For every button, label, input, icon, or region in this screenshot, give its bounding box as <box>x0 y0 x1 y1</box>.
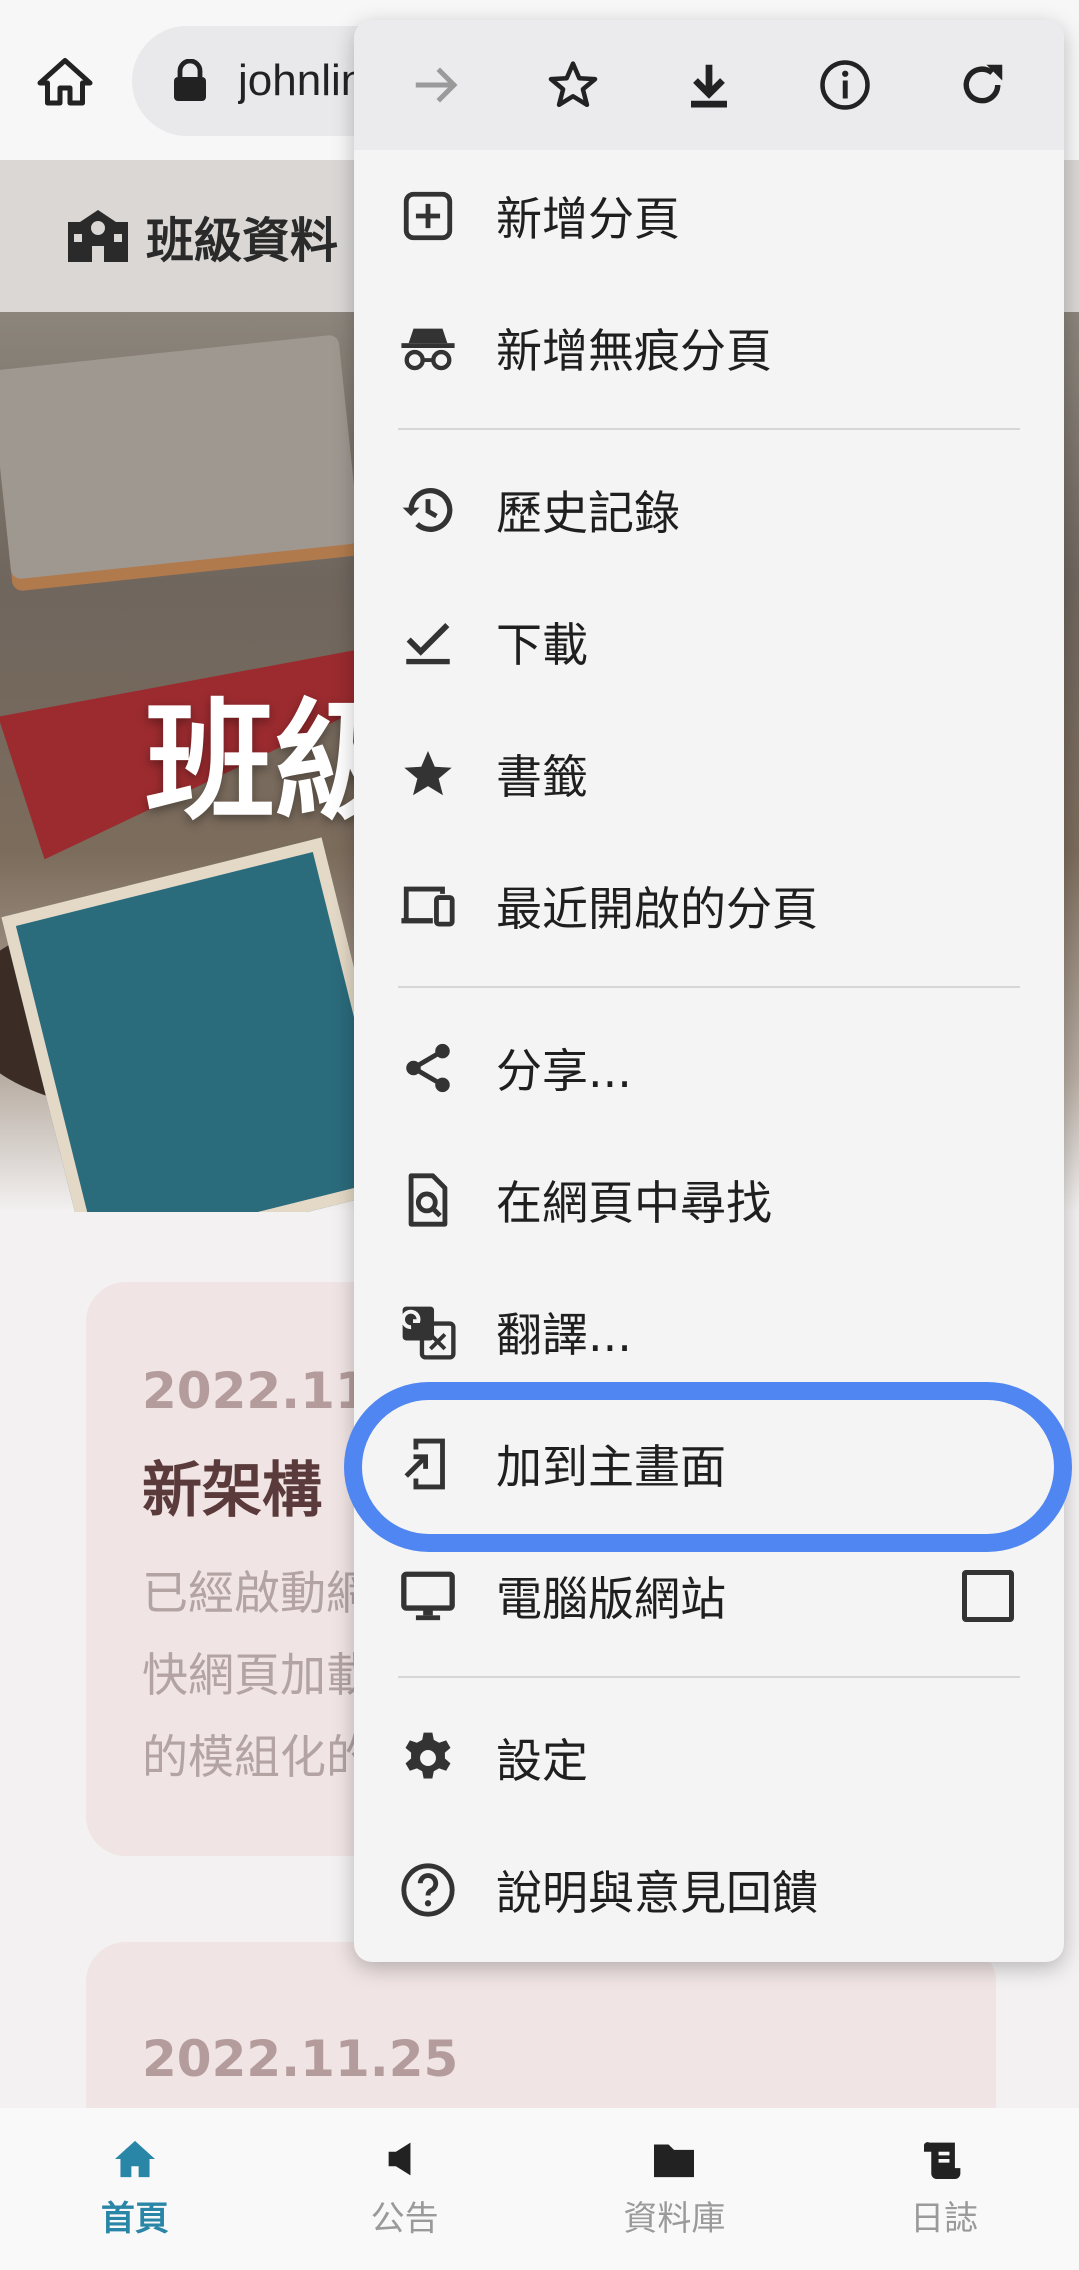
reload-button[interactable] <box>942 45 1022 125</box>
hero-notebook-decoration <box>1 837 409 1212</box>
menu-item-label: 在網頁中尋找 <box>496 1176 772 1230</box>
lock-icon <box>174 59 206 101</box>
megaphone-icon <box>388 2142 411 2175</box>
desktop-icon <box>398 1566 458 1626</box>
translate-icon <box>398 1302 458 1362</box>
site-title[interactable]: 班級資料 <box>146 201 338 271</box>
menu-item-label: 翻譯... <box>496 1308 632 1362</box>
menu-divider <box>398 986 1020 988</box>
nav-item-announcements[interactable]: 公告 <box>270 2108 540 2270</box>
card-headline: 新架構 <box>142 1456 322 1526</box>
card-date: 2022.11. <box>142 1362 389 1420</box>
menu-item-settings[interactable]: 設定 <box>354 1692 1064 1824</box>
menu-item-help-feedback[interactable]: 說明與意見回饋 <box>354 1824 1064 1956</box>
bookmark-button[interactable] <box>533 45 613 125</box>
menu-item-label: 下載 <box>496 618 588 672</box>
browser-overflow-menu: 新增分頁 新增無痕分頁 歷史記錄 下載 書籤 最近開啟的分頁 分享... 在網頁… <box>354 20 1064 1962</box>
school-icon <box>68 210 128 262</box>
menu-item-label: 最近開啟的分頁 <box>496 882 818 936</box>
menu-item-new-incognito-tab[interactable]: 新增無痕分頁 <box>354 282 1064 414</box>
downloads-icon <box>398 612 458 672</box>
nav-label: 首頁 <box>100 2198 169 2239</box>
reload-icon <box>963 64 1002 104</box>
folder-icon <box>654 2143 695 2177</box>
menu-item-label: 書籤 <box>496 750 588 804</box>
menu-item-label: 電腦版網站 <box>496 1572 726 1626</box>
settings-icon <box>398 1728 458 1788</box>
menu-divider <box>398 428 1020 430</box>
download-button[interactable] <box>669 45 749 125</box>
menu-item-label: 新增分頁 <box>496 192 680 246</box>
new-tab-icon <box>398 186 458 246</box>
find-in-page-icon <box>398 1170 458 1230</box>
home-icon <box>114 2140 155 2177</box>
page-info-button[interactable] <box>805 45 885 125</box>
nav-item-database[interactable]: 資料庫 <box>540 2108 810 2270</box>
menu-item-share[interactable]: 分享... <box>354 1002 1064 1134</box>
star-outline-icon <box>548 61 597 108</box>
menu-item-label: 新增無痕分頁 <box>496 324 772 378</box>
menu-item-label: 分享... <box>496 1044 632 1098</box>
scroll-icon <box>924 2141 961 2179</box>
home-icon[interactable] <box>30 48 100 118</box>
menu-divider <box>398 1676 1020 1678</box>
info-icon <box>820 60 871 110</box>
arrow-right-icon <box>415 67 458 103</box>
forward-button[interactable] <box>396 45 476 125</box>
recent-tabs-icon <box>398 876 458 936</box>
download-icon <box>690 64 727 108</box>
history-icon <box>398 480 458 540</box>
help-icon <box>398 1860 458 1920</box>
menu-item-translate[interactable]: 翻譯... <box>354 1266 1064 1398</box>
nav-label: 日誌 <box>910 2198 979 2239</box>
nav-label: 公告 <box>370 2198 439 2239</box>
menu-item-new-tab[interactable]: 新增分頁 <box>354 150 1064 282</box>
nav-item-journal[interactable]: 日誌 <box>809 2108 1079 2270</box>
menu-item-recent-tabs[interactable]: 最近開啟的分頁 <box>354 840 1064 972</box>
nav-item-home[interactable]: 首頁 <box>0 2108 270 2270</box>
menu-item-label: 設定 <box>496 1734 588 1788</box>
menu-item-history[interactable]: 歷史記錄 <box>354 444 1064 576</box>
hero-book-decoration <box>0 334 361 580</box>
menu-item-bookmarks[interactable]: 書籤 <box>354 708 1064 840</box>
url-text: johnlin <box>238 56 366 105</box>
desktop-site-checkbox[interactable] <box>962 1570 1014 1622</box>
card-date: 2022.11.25 <box>142 2030 459 2088</box>
menu-item-label: 歷史記錄 <box>496 486 680 540</box>
menu-action-bar <box>354 20 1064 150</box>
nav-label: 資料庫 <box>623 2198 726 2239</box>
bottom-navigation: 首頁 公告 資料庫 日誌 <box>0 2108 1079 2270</box>
bookmarks-icon <box>398 744 458 804</box>
share-icon <box>398 1038 458 1098</box>
menu-item-find-in-page[interactable]: 在網頁中尋找 <box>354 1134 1064 1266</box>
menu-item-downloads[interactable]: 下載 <box>354 576 1064 708</box>
highlight-outline <box>344 1382 1072 1552</box>
menu-item-label: 說明與意見回饋 <box>496 1866 818 1920</box>
incognito-icon <box>398 318 458 378</box>
